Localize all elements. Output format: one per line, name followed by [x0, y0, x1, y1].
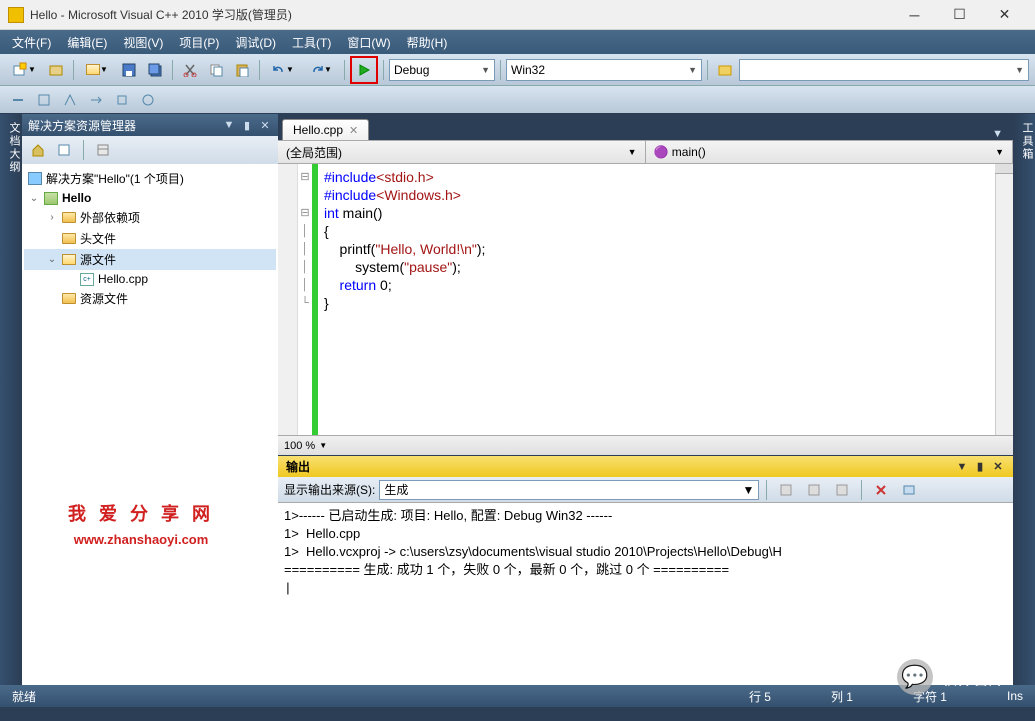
- solution-toolbar: [22, 136, 278, 164]
- save-all-button[interactable]: [143, 58, 167, 82]
- maximize-button[interactable]: ☐: [937, 1, 982, 29]
- output-text[interactable]: 1>------ 已启动生成: 项目: Hello, 配置: Debug Win…: [278, 503, 1013, 685]
- zoom-bar: 100 %▼: [278, 435, 1013, 455]
- watermark-left: 我 爱 分 享 网 www.zhanshaoyi.com: [68, 500, 214, 547]
- tree-file-hellocpp[interactable]: c+Hello.cpp: [24, 270, 276, 288]
- output-source-label: 显示输出来源(S):: [284, 481, 375, 498]
- panel-dropdown-icon[interactable]: ▼: [222, 118, 236, 132]
- status-ready: 就绪: [12, 688, 36, 705]
- code-content[interactable]: #include<stdio.h> #include<Windows.h> in…: [318, 164, 995, 435]
- output-toolbar: 显示输出来源(S): 生成▼: [278, 477, 1013, 503]
- panel-pin-icon[interactable]: ▮: [240, 118, 254, 132]
- properties-icon[interactable]: [93, 140, 113, 160]
- menu-window[interactable]: 窗口(W): [339, 32, 398, 53]
- right-vertical-tab[interactable]: 工具箱: [1013, 114, 1035, 685]
- editor-tabs: Hello.cpp✕ ▼: [278, 114, 1013, 140]
- status-col: 列 1: [831, 688, 853, 705]
- split-handle[interactable]: [995, 164, 1013, 174]
- tb2-btn-1[interactable]: [6, 88, 30, 112]
- editor-area: Hello.cpp✕ ▼ (全局范围)▼ 🟣 main()▼ ⊟ ⊟││││└ …: [278, 114, 1013, 685]
- gutter: [278, 164, 298, 435]
- menu-edit[interactable]: 编辑(E): [59, 32, 115, 53]
- copy-button[interactable]: [204, 58, 228, 82]
- tab-dropdown-icon[interactable]: ▼: [986, 128, 1009, 140]
- tb2-btn-3[interactable]: [58, 88, 82, 112]
- output-source-combo[interactable]: 生成▼: [379, 480, 759, 500]
- solution-title: 解决方案资源管理器: [28, 117, 136, 134]
- platform-combo[interactable]: Win32▼: [506, 59, 702, 81]
- solution-explorer: 解决方案资源管理器 ▼ ▮ ✕ 解决方案"Hello"(1 个项目) ⌄Hell…: [22, 114, 278, 685]
- scope-bar: (全局范围)▼ 🟣 main()▼: [278, 140, 1013, 164]
- output-clear-button[interactable]: [869, 478, 893, 502]
- secondary-toolbar: [0, 86, 1035, 114]
- output-dropdown-icon[interactable]: ▼: [955, 460, 969, 474]
- wechat-icon: 💬: [897, 659, 933, 695]
- start-debug-highlight: [350, 56, 378, 84]
- left-vertical-tab[interactable]: 文档大纲: [0, 114, 22, 685]
- output-panel: 输出 ▼ ▮ ✕ 显示输出来源(S): 生成▼ 1>------ 已启动生成: …: [278, 455, 1013, 685]
- config-combo[interactable]: Debug▼: [389, 59, 495, 81]
- scope-combo-right[interactable]: 🟣 main()▼: [646, 141, 1014, 163]
- vertical-scrollbar[interactable]: [995, 164, 1013, 435]
- main-toolbar: ▼ ▼ ▼ ▼ Debug▼ Win32▼ ▼: [0, 54, 1035, 86]
- tree-external[interactable]: ›外部依赖项: [24, 207, 276, 228]
- tree-solution-root[interactable]: 解决方案"Hello"(1 个项目): [24, 168, 276, 189]
- tab-close-icon[interactable]: ✕: [349, 124, 358, 137]
- start-debug-button[interactable]: [354, 60, 374, 80]
- output-btn-2[interactable]: [802, 478, 826, 502]
- output-btn-1[interactable]: [774, 478, 798, 502]
- tb2-btn-5[interactable]: [110, 88, 134, 112]
- app-icon: [8, 7, 24, 23]
- file-tab-hellocpp[interactable]: Hello.cpp✕: [282, 119, 369, 140]
- titlebar: Hello - Microsoft Visual C++ 2010 学习版(管理…: [0, 0, 1035, 30]
- code-editor[interactable]: ⊟ ⊟││││└ #include<stdio.h> #include<Wind…: [278, 164, 1013, 435]
- outline-column[interactable]: ⊟ ⊟││││└: [298, 164, 312, 435]
- menu-help[interactable]: 帮助(H): [399, 32, 456, 53]
- menubar: 文件(F) 编辑(E) 视图(V) 项目(P) 调试(D) 工具(T) 窗口(W…: [0, 30, 1035, 54]
- save-button[interactable]: [117, 58, 141, 82]
- solution-header: 解决方案资源管理器 ▼ ▮ ✕: [22, 114, 278, 136]
- paste-button[interactable]: [230, 58, 254, 82]
- minimize-button[interactable]: ─: [892, 1, 937, 29]
- cut-button[interactable]: [178, 58, 202, 82]
- panel-close-icon[interactable]: ✕: [258, 118, 272, 132]
- tb2-btn-6[interactable]: [136, 88, 160, 112]
- tree-project[interactable]: ⌄Hello: [24, 189, 276, 207]
- scope-combo-left[interactable]: (全局范围)▼: [278, 141, 646, 163]
- output-close-icon[interactable]: ✕: [991, 460, 1005, 474]
- find-combo[interactable]: ▼: [739, 59, 1029, 81]
- menu-view[interactable]: 视图(V): [115, 32, 171, 53]
- tb2-btn-4[interactable]: [84, 88, 108, 112]
- find-button[interactable]: [713, 58, 737, 82]
- tb2-btn-2[interactable]: [32, 88, 56, 112]
- menu-tools[interactable]: 工具(T): [284, 32, 339, 53]
- home-icon[interactable]: [28, 140, 48, 160]
- output-btn-3[interactable]: [830, 478, 854, 502]
- status-ins: Ins: [1007, 689, 1023, 703]
- output-pin-icon[interactable]: ▮: [973, 460, 987, 474]
- output-header: 输出 ▼ ▮ ✕: [278, 455, 1013, 477]
- add-item-button[interactable]: [44, 58, 68, 82]
- output-wrap-button[interactable]: [897, 478, 921, 502]
- zoom-combo[interactable]: 100 %▼: [284, 440, 327, 452]
- new-project-button[interactable]: ▼: [6, 58, 42, 82]
- statusbar: 就绪 行 5 列 1 字符 1 Ins: [0, 685, 1035, 707]
- menu-debug[interactable]: 调试(D): [227, 32, 284, 53]
- undo-button[interactable]: ▼: [265, 58, 301, 82]
- solution-tree: 解决方案"Hello"(1 个项目) ⌄Hello ›外部依赖项 头文件 ⌄源文…: [22, 164, 278, 685]
- refresh-icon[interactable]: [54, 140, 74, 160]
- menu-project[interactable]: 项目(P): [171, 32, 227, 53]
- close-button[interactable]: ✕: [982, 1, 1027, 29]
- tree-headers[interactable]: 头文件: [24, 228, 276, 249]
- tree-resources[interactable]: 资源文件: [24, 288, 276, 309]
- menu-file[interactable]: 文件(F): [4, 32, 59, 53]
- watermark-bottom: 💬 软件智库: [897, 659, 1005, 695]
- open-button[interactable]: ▼: [79, 58, 115, 82]
- redo-button[interactable]: ▼: [303, 58, 339, 82]
- tree-sources[interactable]: ⌄源文件: [24, 249, 276, 270]
- status-line: 行 5: [749, 688, 771, 705]
- window-title: Hello - Microsoft Visual C++ 2010 学习版(管理…: [30, 6, 892, 23]
